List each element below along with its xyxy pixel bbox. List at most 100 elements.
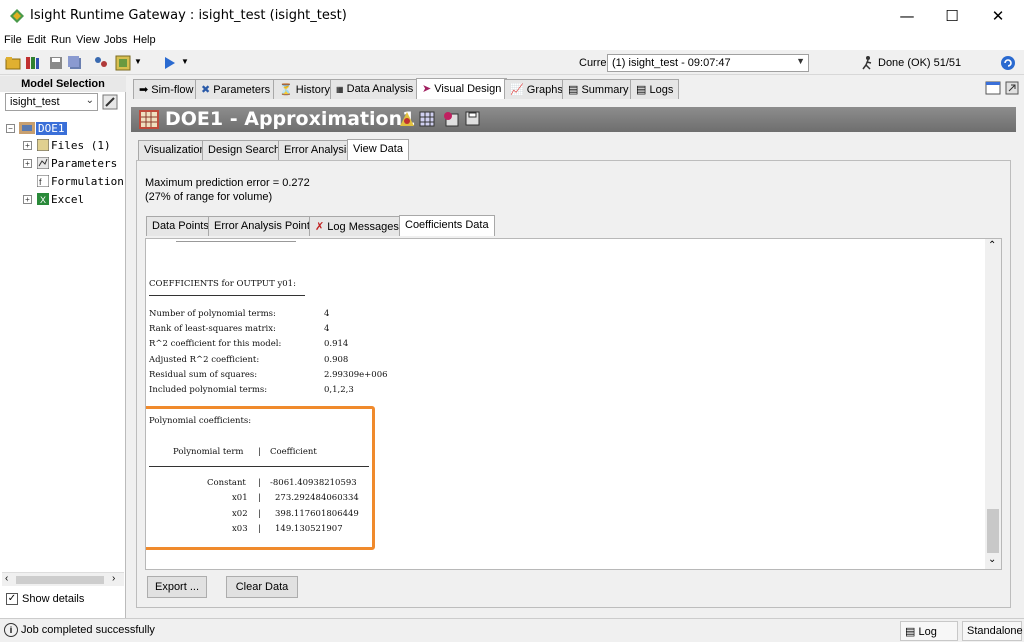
menu-edit[interactable]: Edit [27, 34, 46, 46]
tab-visual-design[interactable]: ➤ Visual Design [416, 78, 508, 99]
files-icon [37, 139, 49, 151]
menu-run[interactable]: Run [51, 34, 71, 46]
open-folder-icon[interactable] [5, 55, 21, 71]
tab-log-messages[interactable]: ✗ Log Messages [309, 216, 405, 236]
tree-item-excel[interactable]: Excel [51, 193, 84, 206]
run-dropdown-icon[interactable]: ▼ [181, 57, 189, 66]
expand-parameters-icon[interactable]: + [23, 159, 32, 168]
max-prediction-error: Maximum prediction error = 0.272 [145, 177, 310, 189]
model-select[interactable]: isight_test ⌄ [5, 93, 98, 111]
tab-graphs[interactable]: 📈 Graphs [504, 79, 569, 99]
grid-tool-icon[interactable] [419, 111, 435, 127]
tree-item-parameters[interactable]: Parameters [51, 157, 117, 170]
tab-error-analysis[interactable]: Error Analysis [278, 140, 358, 160]
coefficients-text-area[interactable]: COEFFICIENTS for OUTPUT y01: Number of p… [145, 238, 1002, 570]
tab-data-analysis[interactable]: ▦ Data Analysis [330, 79, 420, 99]
tab-data-points[interactable]: Data Points [146, 216, 215, 236]
close-button[interactable]: ✕ [975, 0, 1021, 32]
undock-icon[interactable] [1005, 81, 1019, 95]
app-icon [10, 9, 24, 23]
tab-label: Summary [581, 84, 629, 96]
stat-label: R^2 coefficient for this model: [149, 339, 282, 349]
status-message: Job completed successfully [21, 624, 155, 636]
tab-label: Sim-flow [151, 84, 194, 96]
save-all-icon[interactable] [67, 55, 83, 71]
model-icon[interactable] [115, 55, 131, 71]
model-dropdown-icon[interactable]: ▼ [134, 57, 142, 66]
scroll-thumb[interactable] [16, 576, 104, 584]
design-tool-icon[interactable] [443, 111, 459, 127]
menu-help[interactable]: Help [133, 34, 156, 46]
save-results-icon[interactable] [465, 111, 480, 126]
tab-sim-flow[interactable]: ➡ Sim-flow [133, 79, 200, 99]
tab-label: Parameters [213, 84, 271, 96]
view-options-icon[interactable] [985, 81, 1001, 95]
stat-label: Number of polynomial terms: [149, 309, 276, 319]
chevron-down-icon: ⌄ [85, 95, 94, 106]
log-button[interactable]: ▤ Log [900, 621, 958, 641]
tree-root-doe1[interactable]: DOE1 [36, 122, 67, 135]
menu-file[interactable]: File [4, 34, 22, 46]
tab-parameters[interactable]: ✖ Parameters [195, 79, 277, 99]
export-button[interactable]: Export ... [147, 576, 207, 598]
people-icon[interactable] [93, 55, 109, 71]
tab-summary[interactable]: ▤ Summary [562, 79, 635, 99]
scroll-down-icon[interactable]: ⌄ [988, 554, 996, 565]
minimize-button[interactable]: — [884, 0, 930, 32]
show-details-checkbox[interactable]: ✓ [6, 593, 18, 605]
vertical-scrollbar[interactable]: ⌃ ⌄ [985, 239, 1001, 569]
visual-design-icon: ➤ [422, 83, 432, 95]
tab-view-data[interactable]: View Data [347, 139, 409, 160]
stat-value: 4 [324, 324, 330, 334]
books-icon[interactable] [24, 55, 40, 71]
maximize-button[interactable]: ☐ [929, 0, 975, 32]
expand-files-icon[interactable]: + [23, 141, 32, 150]
refresh-icon[interactable] [1000, 55, 1016, 71]
menu-view[interactable]: View [76, 34, 100, 46]
stat-value: 4 [324, 309, 330, 319]
model-selection-panel: Model Selection isight_test ⌄ − DOE1 + F… [0, 76, 126, 618]
highlight-box [146, 406, 375, 550]
graphs-icon: 📈 [510, 84, 524, 96]
edit-model-icon[interactable] [102, 94, 118, 110]
parameters-icon [37, 157, 49, 169]
tab-visualization[interactable]: Visualization [138, 140, 212, 160]
clear-data-button[interactable]: Clear Data [226, 576, 298, 598]
scroll-thumb[interactable] [987, 509, 999, 553]
tree-item-files[interactable]: Files (1) [51, 139, 111, 152]
scroll-right-icon[interactable]: › [112, 573, 115, 584]
tab-label: Graphs [526, 84, 563, 96]
run-icon[interactable] [161, 55, 177, 71]
tab-error-analysis-points[interactable]: Error Analysis Points [208, 216, 322, 236]
current-job-select[interactable]: (1) isight_test - 09:07:47 ▼ [607, 54, 809, 72]
header-underline [149, 295, 305, 296]
options-tool-icon[interactable] [399, 111, 415, 127]
menu-jobs[interactable]: Jobs [104, 34, 127, 46]
tab-label: Data Analysis [346, 83, 414, 95]
parameters-tab-icon: ✖ [201, 84, 211, 96]
stat-label: Included polynomial terms: [149, 385, 268, 395]
save-icon[interactable] [48, 55, 64, 71]
tab-design-search[interactable]: Design Search [202, 140, 287, 160]
stat-label: Adjusted R^2 coefficient: [149, 355, 260, 365]
stat-value: 0,1,2,3 [324, 385, 354, 395]
scroll-left-icon[interactable]: ‹ [5, 573, 8, 584]
tab-history[interactable]: ⏳ History [273, 79, 336, 99]
tab-label: Log Messages [327, 221, 399, 233]
tree-item-formulation[interactable]: Formulation [51, 175, 124, 188]
tab-coefficients-data[interactable]: Coefficients Data [399, 215, 495, 236]
scroll-up-icon[interactable]: ⌃ [988, 240, 996, 251]
toolbar: ▼ ▼ Current Job (1) isight_test - 09:07:… [0, 51, 1024, 75]
log-icon: ▤ [905, 626, 916, 638]
horizontal-scrollbar[interactable]: ‹ › [2, 572, 124, 586]
model-selection-title: Model Selection [0, 76, 126, 92]
menu-bar: File Edit Run View Jobs Help [0, 32, 1024, 50]
expand-root-icon[interactable]: − [6, 124, 15, 133]
chevron-down-icon: ▼ [796, 56, 805, 66]
tab-label: History [295, 84, 330, 96]
tab-logs[interactable]: ▤ Logs [630, 79, 680, 99]
coefficients-header: COEFFICIENTS for OUTPUT y01: [149, 279, 296, 289]
expand-excel-icon[interactable]: + [23, 195, 32, 204]
stat-value: 2.99309e+006 [324, 370, 388, 380]
excel-icon: X [37, 193, 49, 205]
